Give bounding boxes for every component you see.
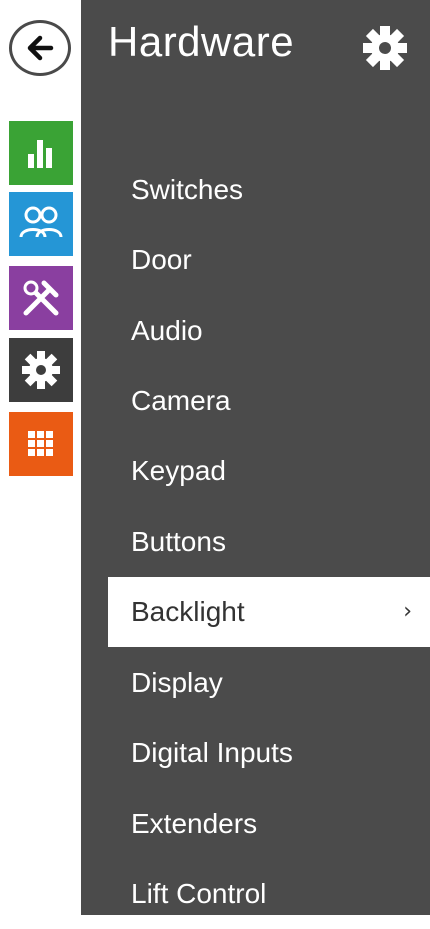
- gear-icon: [22, 351, 60, 389]
- menu-item-extenders[interactable]: Extenders: [108, 789, 430, 859]
- nav-status[interactable]: [9, 121, 73, 185]
- menu-item-audio[interactable]: Audio: [108, 296, 430, 366]
- menu-item-digital-inputs[interactable]: Digital Inputs: [108, 718, 430, 788]
- page-title: Hardware: [108, 18, 295, 65]
- arrow-left-icon: [27, 35, 54, 61]
- menu-item-switches[interactable]: Switches: [108, 155, 430, 225]
- left-nav-rail: [0, 0, 81, 915]
- tools-icon: [23, 280, 59, 316]
- back-button[interactable]: [9, 20, 71, 76]
- nav-services[interactable]: [9, 412, 73, 476]
- menu-item-lift-control[interactable]: Lift Control: [108, 859, 430, 929]
- menu-item-backlight[interactable]: Backlight ›: [108, 577, 430, 647]
- menu-item-door[interactable]: Door: [108, 225, 430, 295]
- nav-hardware[interactable]: [9, 266, 73, 330]
- nav-system[interactable]: [9, 338, 73, 402]
- gear-icon: [363, 26, 407, 70]
- menu-item-buttons[interactable]: Buttons: [108, 507, 430, 577]
- menu-item-display[interactable]: Display: [108, 648, 430, 718]
- grid-icon: [28, 431, 53, 456]
- hardware-panel: Hardware Switches Door Audio Camera Keyp…: [81, 0, 430, 915]
- chevron-right-icon: ›: [403, 599, 412, 624]
- users-icon: [19, 206, 63, 238]
- chart-icon: [28, 140, 52, 168]
- menu-item-camera[interactable]: Camera: [108, 366, 430, 436]
- menu-item-label: Backlight: [131, 596, 245, 627]
- nav-directory[interactable]: [9, 192, 73, 256]
- menu-item-keypad[interactable]: Keypad: [108, 436, 430, 506]
- settings-gear-button[interactable]: [359, 22, 411, 78]
